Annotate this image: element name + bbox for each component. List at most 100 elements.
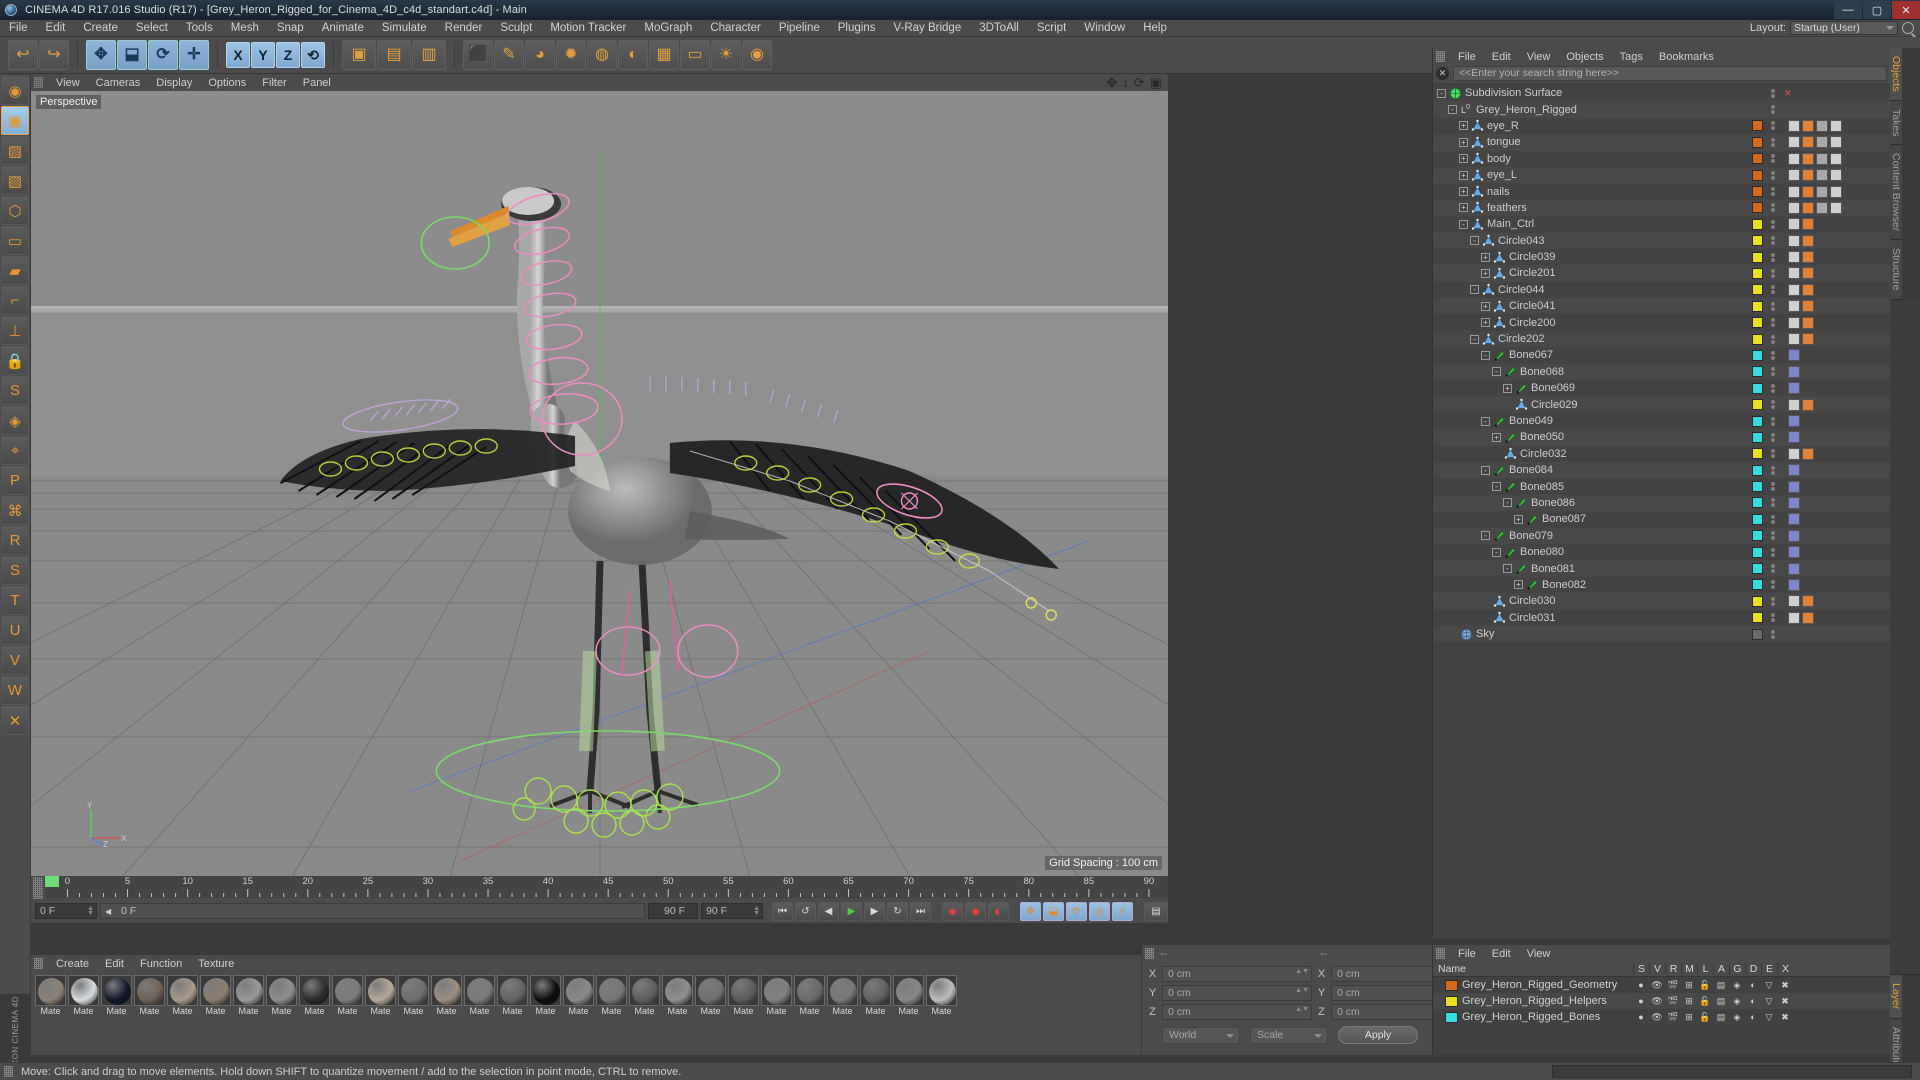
render-visibility-dot[interactable] bbox=[1771, 421, 1775, 426]
layer-row[interactable]: Grey_Heron_Rigged_Bones ● 👁 🎬 ⊞ 🔓 ▤ ◈ ◐ ▽ ✖ bbox=[1433, 1009, 1890, 1025]
object-tag-icon[interactable] bbox=[1830, 201, 1842, 214]
editor-visibility-dot[interactable] bbox=[1771, 318, 1775, 323]
move-tool-button[interactable]: ✥ bbox=[86, 40, 116, 70]
material-preview[interactable] bbox=[662, 975, 693, 1006]
material-preview[interactable] bbox=[134, 975, 165, 1006]
material-item[interactable]: Mate bbox=[761, 975, 792, 1017]
object-tag-icon[interactable] bbox=[1788, 562, 1800, 575]
visibility-dots[interactable] bbox=[1766, 121, 1780, 131]
object-tag-icon[interactable] bbox=[1830, 169, 1842, 182]
record-active-objects-button[interactable]: ● bbox=[942, 901, 963, 921]
viewport-menu-display[interactable]: Display bbox=[148, 77, 200, 89]
object-row[interactable]: - Main_Ctrl bbox=[1433, 216, 1748, 232]
object-tag-icon[interactable] bbox=[1788, 349, 1800, 362]
visibility-dots[interactable] bbox=[1766, 482, 1780, 492]
expander-expand-icon[interactable]: + bbox=[1481, 268, 1490, 278]
layer-toggle-s[interactable]: ● bbox=[1633, 1012, 1649, 1022]
select-tool-button[interactable]: ✛ bbox=[179, 40, 209, 70]
layer-color-swatch[interactable] bbox=[1752, 186, 1763, 198]
pla-key-button[interactable]: Ⓟ bbox=[1089, 901, 1110, 921]
object-tag-icon[interactable] bbox=[1788, 234, 1800, 247]
visibility-dots[interactable] bbox=[1766, 432, 1780, 442]
render-visibility-dot[interactable] bbox=[1771, 208, 1775, 213]
object-tag-icon[interactable] bbox=[1802, 447, 1814, 460]
light-button[interactable]: ☀ bbox=[711, 40, 741, 70]
material-item[interactable]: Mate bbox=[365, 975, 396, 1017]
object-tag-icon[interactable] bbox=[1802, 234, 1814, 247]
object-tag-icon[interactable] bbox=[1802, 267, 1814, 280]
render-visibility-dot[interactable] bbox=[1771, 126, 1775, 131]
viewport-menu-view[interactable]: View bbox=[48, 77, 88, 89]
layer-color-swatch[interactable] bbox=[1752, 431, 1763, 443]
layer-color-swatch[interactable] bbox=[1445, 995, 1458, 1007]
layer-toggle-r[interactable]: 🎬 bbox=[1665, 1012, 1681, 1023]
object-row[interactable]: Circle029 bbox=[1433, 396, 1748, 413]
layer-toggle-l[interactable]: 🔓 bbox=[1697, 1012, 1713, 1023]
expander-expand-icon[interactable]: + bbox=[1492, 432, 1501, 442]
object-menu-edit[interactable]: Edit bbox=[1484, 51, 1519, 63]
editor-visibility-dot[interactable] bbox=[1771, 154, 1775, 159]
material-item[interactable]: Mate bbox=[464, 975, 495, 1017]
layer-color-swatch[interactable] bbox=[1752, 120, 1763, 132]
lock-tool[interactable]: 🔒 bbox=[1, 346, 29, 375]
visibility-dots[interactable] bbox=[1766, 154, 1780, 164]
object-tag-icon[interactable] bbox=[1830, 185, 1842, 198]
render-visibility-dot[interactable] bbox=[1771, 224, 1775, 229]
expander-collapse-icon[interactable]: - bbox=[1459, 219, 1468, 229]
material-item[interactable]: Mate bbox=[332, 975, 363, 1017]
render-visibility-dot[interactable] bbox=[1771, 290, 1775, 295]
point-mode-tool[interactable]: ⬡ bbox=[1, 196, 29, 225]
layer-color-swatch[interactable] bbox=[1752, 317, 1763, 329]
object-menu-objects[interactable]: Objects bbox=[1558, 51, 1611, 63]
render-visibility-dot[interactable] bbox=[1771, 273, 1775, 278]
s-tool[interactable]: S bbox=[1, 556, 29, 585]
rotation-key-button[interactable]: ⟳ bbox=[1066, 901, 1087, 921]
layer-toggle-e[interactable]: ▽ bbox=[1761, 980, 1777, 991]
editor-visibility-dot[interactable] bbox=[1771, 187, 1775, 192]
scale-key-button[interactable]: ⬓ bbox=[1043, 901, 1064, 921]
layer-toggle-g[interactable]: ◈ bbox=[1729, 996, 1745, 1007]
enable-axis-tool[interactable]: S bbox=[1, 376, 29, 405]
object-row[interactable]: - Bone079 bbox=[1433, 527, 1748, 544]
layer-toggle-l[interactable]: 🔓 bbox=[1697, 996, 1713, 1007]
layer-color-swatch[interactable] bbox=[1752, 366, 1763, 378]
layer-toggle-m[interactable]: ⊞ bbox=[1681, 996, 1697, 1007]
material-item[interactable]: Mate bbox=[167, 975, 198, 1017]
layer-toggle-e[interactable]: ▽ bbox=[1761, 1012, 1777, 1023]
render-visibility-dot[interactable] bbox=[1771, 503, 1775, 508]
clear-search-icon[interactable]: ✕ bbox=[1436, 66, 1449, 80]
editor-visibility-dot[interactable] bbox=[1771, 252, 1775, 257]
visibility-dots[interactable] bbox=[1766, 252, 1780, 262]
object-tag-icon[interactable] bbox=[1788, 119, 1800, 132]
scene-object-button[interactable]: ◍ bbox=[587, 40, 617, 70]
expander-collapse-icon[interactable]: - bbox=[1470, 285, 1479, 295]
editor-visibility-dot[interactable] bbox=[1771, 564, 1775, 569]
object-tag-icon[interactable] bbox=[1788, 529, 1800, 542]
vertical-tab-structure[interactable]: Structure bbox=[1890, 240, 1902, 300]
layer-menu-view[interactable]: View bbox=[1519, 948, 1559, 960]
position-z-field[interactable]: 0 cm ▲▼ bbox=[1162, 1003, 1312, 1020]
object-tag-icon[interactable] bbox=[1788, 546, 1800, 559]
layer-color-swatch[interactable] bbox=[1752, 595, 1763, 607]
layer-color-swatch[interactable] bbox=[1752, 612, 1763, 624]
object-tag-icon[interactable] bbox=[1788, 185, 1800, 198]
material-preview[interactable] bbox=[563, 975, 594, 1006]
editor-visibility-dot[interactable] bbox=[1771, 203, 1775, 208]
render-visibility-dot[interactable] bbox=[1771, 388, 1775, 393]
object-menu-tags[interactable]: Tags bbox=[1612, 51, 1651, 63]
object-row[interactable]: Circle032 bbox=[1433, 446, 1748, 462]
render-visibility-dot[interactable] bbox=[1771, 372, 1775, 377]
layer-color-swatch[interactable] bbox=[1752, 530, 1763, 542]
expander-expand-icon[interactable]: + bbox=[1459, 137, 1468, 147]
editor-visibility-dot[interactable] bbox=[1771, 531, 1775, 536]
object-tag-icon[interactable] bbox=[1802, 595, 1814, 608]
layer-toggle-e[interactable]: ▽ bbox=[1761, 996, 1777, 1007]
axis-mode-tool[interactable]: ⌐ bbox=[1, 286, 29, 315]
object-tag-icon[interactable] bbox=[1788, 513, 1800, 526]
material-menu-texture[interactable]: Texture bbox=[190, 958, 242, 970]
vertical-tab-objects[interactable]: Objects bbox=[1890, 48, 1902, 101]
layer-color-swatch[interactable] bbox=[1752, 267, 1763, 279]
coordinate-system-dropdown[interactable]: World bbox=[1162, 1026, 1240, 1044]
visibility-dots[interactable] bbox=[1766, 564, 1780, 574]
frame-slider[interactable]: 0 F bbox=[100, 903, 645, 919]
